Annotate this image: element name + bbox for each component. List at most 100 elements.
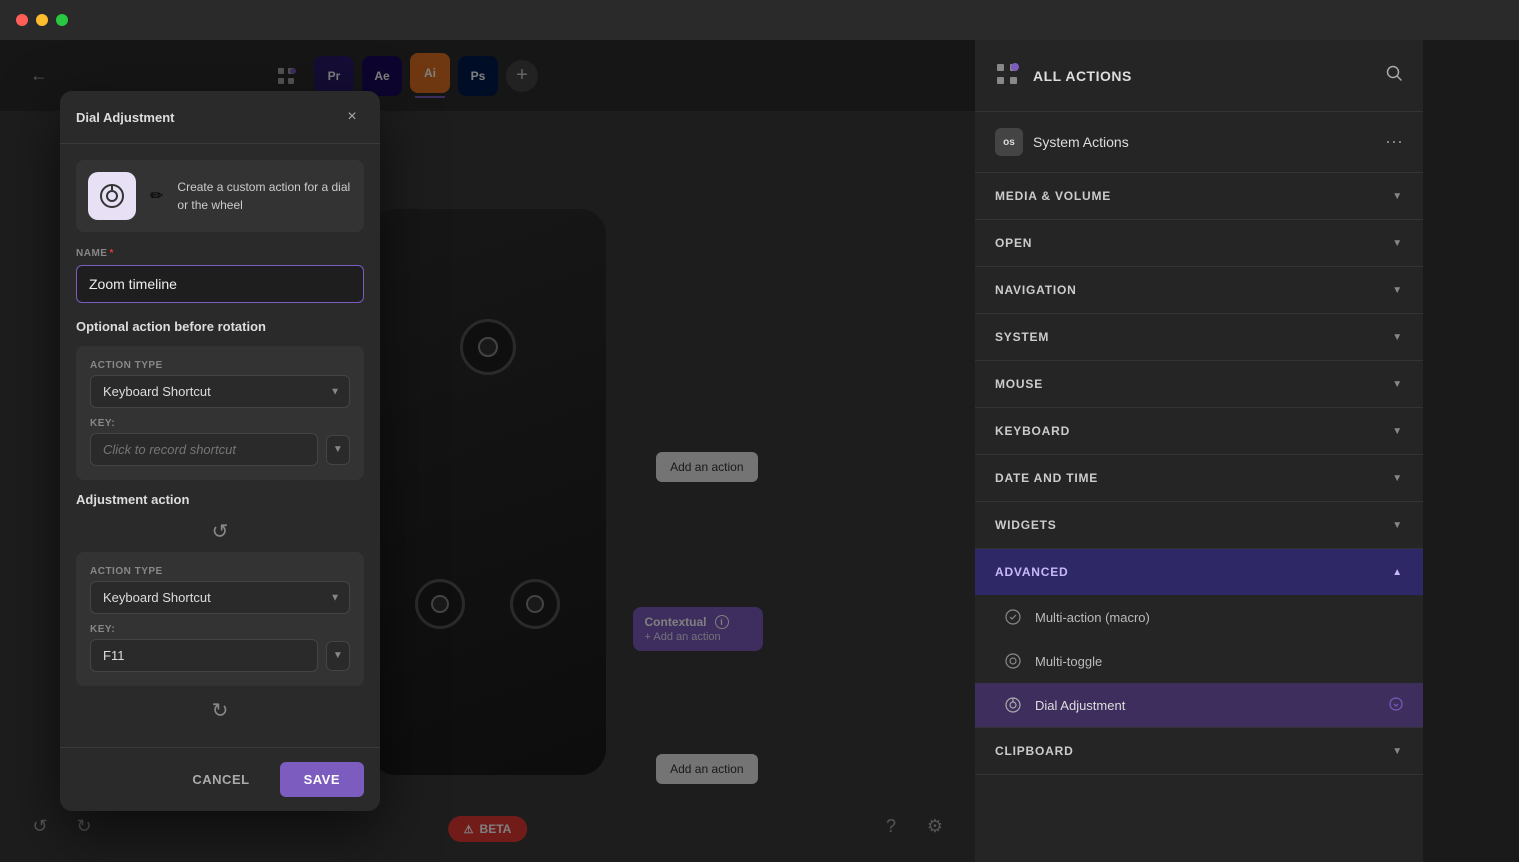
- system-actions-title: System Actions: [1033, 134, 1129, 150]
- all-actions-title: ALL ACTIONS: [1033, 68, 1132, 84]
- dial-adjustment-label: Dial Adjustment: [1035, 698, 1125, 713]
- dial-adjustment-svg: [1005, 697, 1021, 713]
- right-panel: ALL ACTIONS os System Actions ⋯ MEDIA: [975, 40, 1423, 862]
- accordion-label-mouse: MOUSE: [995, 377, 1043, 391]
- accordion-label-advanced: ADVANCED: [995, 565, 1069, 579]
- all-actions-grid-icon: [995, 62, 1023, 90]
- right-panel-header: ALL ACTIONS: [975, 40, 1423, 112]
- adjustment-key-input[interactable]: [90, 639, 318, 672]
- accordion-header-advanced[interactable]: ADVANCED ▲: [975, 549, 1423, 595]
- accordion-section-clipboard: CLIPBOARD ▼: [975, 728, 1423, 775]
- accordion-section-system: SYSTEM ▼: [975, 314, 1423, 361]
- accordion-section-date-time: DATE AND TIME ▼: [975, 455, 1423, 502]
- accordion-label-system: SYSTEM: [995, 330, 1049, 344]
- accordion-header-date-time[interactable]: DATE AND TIME ▼: [975, 455, 1423, 501]
- search-button[interactable]: [1385, 64, 1403, 87]
- multi-toggle-icon: [1003, 651, 1023, 671]
- adjustment-key-chevron-btn[interactable]: ▼: [326, 641, 350, 671]
- accordion-item-multi-action[interactable]: Multi-action (macro): [975, 595, 1423, 639]
- accordion-chevron-advanced: ▲: [1392, 567, 1403, 578]
- adjustment-action-card: ACTION TYPE Keyboard Shortcut ▼ KEY: ▼: [76, 552, 364, 686]
- accordion-chevron-clipboard: ▼: [1392, 746, 1403, 757]
- accordion-chevron-system: ▼: [1392, 332, 1403, 343]
- accordion-chevron-media-volume: ▼: [1392, 191, 1403, 202]
- accordion-header-mouse[interactable]: MOUSE ▼: [975, 361, 1423, 407]
- adjustment-key-input-wrap: ▼: [90, 639, 350, 672]
- grid-icon-svg: [995, 62, 1019, 86]
- dial-adjustment-icon: [1003, 695, 1023, 715]
- optional-action-type-select-wrap: Keyboard Shortcut ▼: [90, 375, 350, 408]
- multi-action-label: Multi-action (macro): [1035, 610, 1150, 625]
- modal-footer: CANCEL SAVE: [60, 747, 380, 811]
- accordion-label-widgets: WIDGETS: [995, 518, 1057, 532]
- accordion-header-open[interactable]: OPEN ▼: [975, 220, 1423, 266]
- accordion-label-clipboard: CLIPBOARD: [995, 744, 1074, 758]
- modal-overlay: Dial Adjustment × ✏: [0, 40, 975, 862]
- accordion-section-widgets: WIDGETS ▼: [975, 502, 1423, 549]
- accordion-header-navigation[interactable]: NAVIGATION ▼: [975, 267, 1423, 313]
- modal-close-button[interactable]: ×: [340, 105, 364, 129]
- adjustment-section-title: Adjustment action: [76, 492, 364, 507]
- modal-header: Dial Adjustment ×: [60, 91, 380, 144]
- cancel-button[interactable]: CANCEL: [172, 762, 269, 797]
- accordion-section-advanced: ADVANCED ▲ Multi-action (macro): [975, 549, 1423, 728]
- multi-action-icon: [1003, 607, 1023, 627]
- traffic-light-yellow[interactable]: [36, 14, 48, 26]
- adjustment-action-type-select[interactable]: Keyboard Shortcut: [90, 581, 350, 614]
- optional-key-label: KEY:: [90, 418, 350, 429]
- rotation-icon-top: ↺: [76, 519, 364, 544]
- optional-key-chevron-btn[interactable]: ▼: [326, 435, 350, 465]
- main-content: ← Pr: [0, 40, 1519, 862]
- modal-body[interactable]: ✏ Create a custom action for a dial or t…: [60, 144, 380, 747]
- modal-description-row: ✏ Create a custom action for a dial or t…: [76, 160, 364, 232]
- accordion-section-keyboard: KEYBOARD ▼: [975, 408, 1423, 455]
- title-bar: [0, 0, 1519, 40]
- dial-adjustment-right-icon: [1389, 697, 1403, 714]
- accordion-header-keyboard[interactable]: KEYBOARD ▼: [975, 408, 1423, 454]
- dial-adjustment-modal: Dial Adjustment × ✏: [60, 91, 380, 811]
- name-field-group: NAME*: [76, 248, 364, 319]
- system-actions-menu-button[interactable]: ⋯: [1385, 132, 1403, 153]
- accordion-item-dial-adjustment[interactable]: Dial Adjustment: [975, 683, 1423, 727]
- name-input[interactable]: [76, 265, 364, 303]
- os-badge: os: [995, 128, 1023, 156]
- accordion-section-navigation: NAVIGATION ▼: [975, 267, 1423, 314]
- accordion-chevron-mouse: ▼: [1392, 379, 1403, 390]
- multi-toggle-svg: [1005, 653, 1021, 669]
- adjustment-key-label: KEY:: [90, 624, 350, 635]
- accordion-chevron-open: ▼: [1392, 238, 1403, 249]
- accordion-header-widgets[interactable]: WIDGETS ▼: [975, 502, 1423, 548]
- accordion-header-clipboard[interactable]: CLIPBOARD ▼: [975, 728, 1423, 774]
- all-actions-row: ALL ACTIONS: [995, 62, 1132, 90]
- adjustment-action-type-row: ACTION TYPE Keyboard Shortcut ▼: [90, 566, 350, 614]
- accordion-chevron-navigation: ▼: [1392, 285, 1403, 296]
- accordion-section-open: OPEN ▼: [975, 220, 1423, 267]
- accordion-chevron-date-time: ▼: [1392, 473, 1403, 484]
- adjustment-action-type-select-wrap: Keyboard Shortcut ▼: [90, 581, 350, 614]
- accordion-header-system[interactable]: SYSTEM ▼: [975, 314, 1423, 360]
- optional-action-type-select[interactable]: Keyboard Shortcut: [90, 375, 350, 408]
- optional-action-card: ACTION TYPE Keyboard Shortcut ▼ KEY: ▼: [76, 346, 364, 480]
- dial-adj-arrow-icon: [1389, 697, 1403, 711]
- save-button[interactable]: SAVE: [280, 762, 364, 797]
- optional-key-field-row: KEY: ▼: [90, 418, 350, 466]
- accordion-label-date-time: DATE AND TIME: [995, 471, 1098, 485]
- accordion-item-multi-toggle[interactable]: Multi-toggle: [975, 639, 1423, 683]
- traffic-light-green[interactable]: [56, 14, 68, 26]
- accordion-list: MEDIA & VOLUME ▼ OPEN ▼ NAVIGATION ▼: [975, 173, 1423, 862]
- optional-key-input[interactable]: [90, 433, 318, 466]
- optional-section-title: Optional action before rotation: [76, 319, 364, 334]
- accordion-chevron-widgets: ▼: [1392, 520, 1403, 531]
- left-panel: ← Pr: [0, 40, 975, 862]
- traffic-light-red[interactable]: [16, 14, 28, 26]
- dial-icon: [98, 182, 126, 210]
- multi-toggle-label: Multi-toggle: [1035, 654, 1102, 669]
- adjustment-key-field-row: KEY: ▼: [90, 624, 350, 672]
- accordion-header-media-volume[interactable]: MEDIA & VOLUME ▼: [975, 173, 1423, 219]
- accordion-chevron-keyboard: ▼: [1392, 426, 1403, 437]
- accordion-label-media-volume: MEDIA & VOLUME: [995, 189, 1111, 203]
- optional-key-input-wrap: ▼: [90, 433, 350, 466]
- accordion-label-open: OPEN: [995, 236, 1032, 250]
- accordion-section-media-volume: MEDIA & VOLUME ▼: [975, 173, 1423, 220]
- multi-action-svg: [1005, 609, 1021, 625]
